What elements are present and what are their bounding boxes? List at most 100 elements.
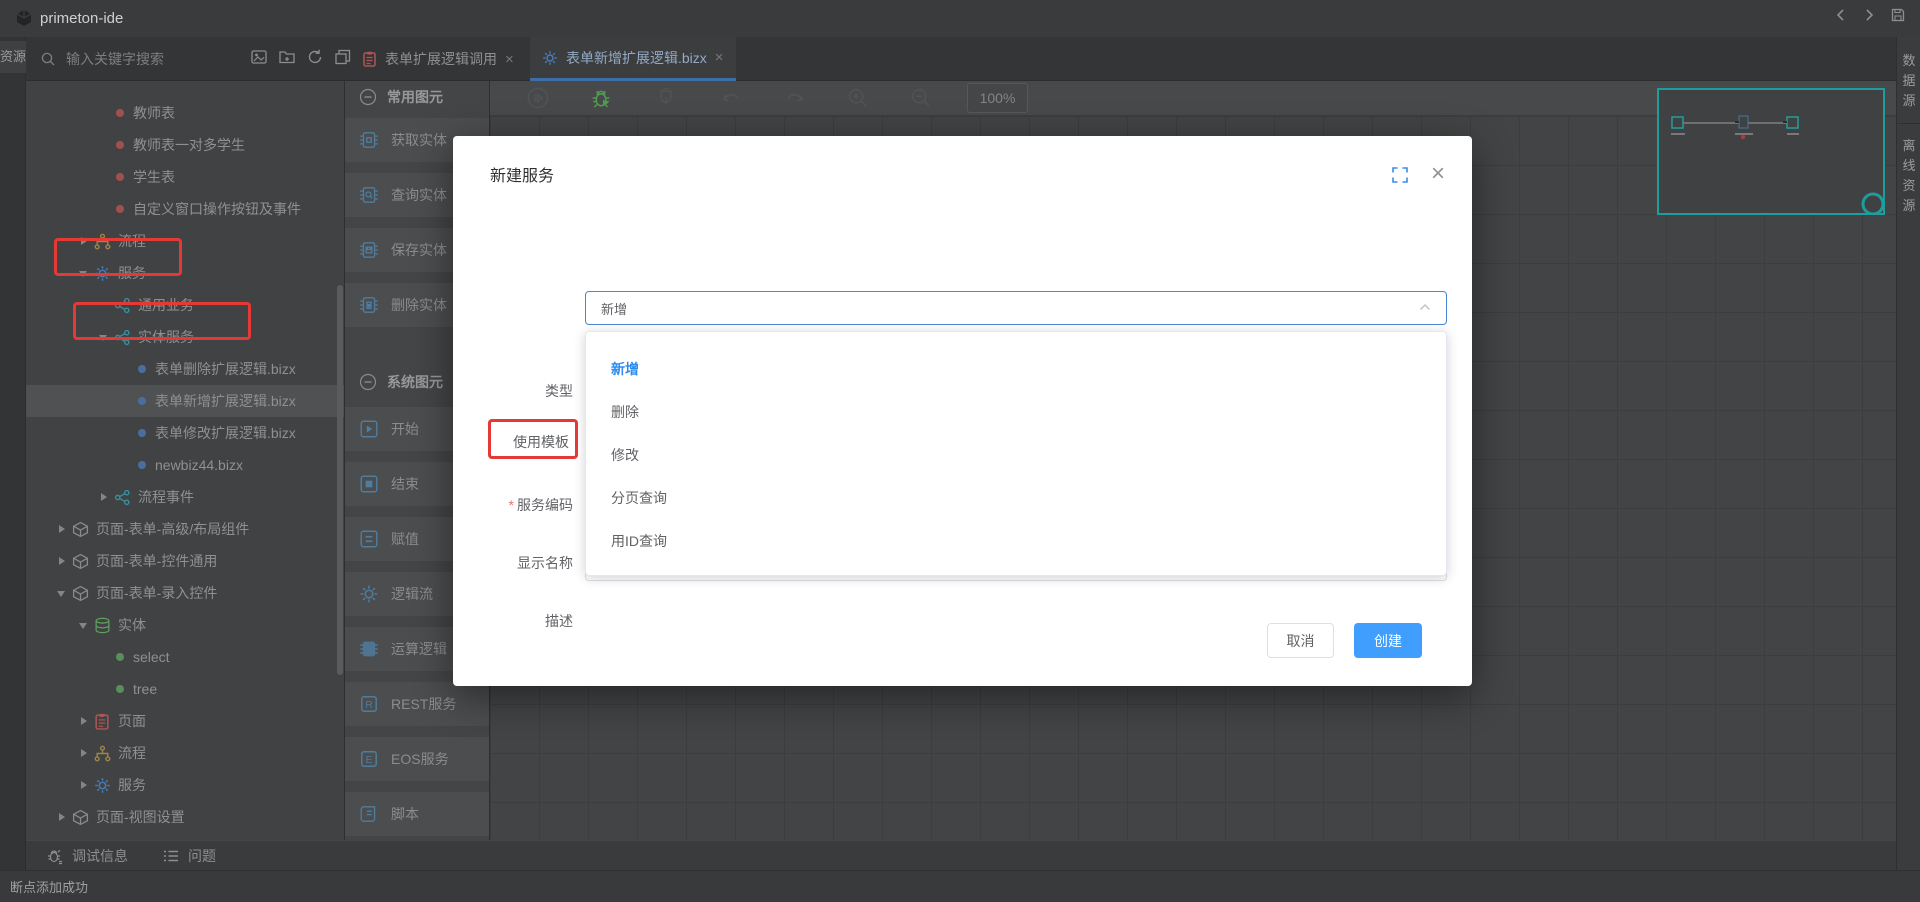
- chevron-right-icon[interactable]: [56, 811, 68, 823]
- zoom-in-icon[interactable]: [846, 86, 872, 112]
- annotation-box-template: [488, 419, 578, 459]
- chevron-up-icon[interactable]: [1418, 302, 1432, 312]
- tree-item-process-events[interactable]: 流程事件: [26, 481, 344, 513]
- chevron-right-icon[interactable]: [78, 715, 90, 727]
- refresh-icon[interactable]: [306, 48, 324, 66]
- chip-get-entity-icon: [359, 130, 379, 150]
- palette-item-script[interactable]: 脚本: [345, 792, 489, 836]
- tree-item-page-group[interactable]: 页面-表单-录入控件: [26, 577, 344, 609]
- save-icon[interactable]: [1890, 7, 1906, 23]
- history-forward-icon[interactable]: [1862, 8, 1876, 22]
- chevron-down-icon[interactable]: [78, 619, 90, 631]
- description-label: 描述: [453, 611, 573, 631]
- package-icon: [72, 553, 89, 570]
- fullscreen-expand-icon[interactable]: [1391, 166, 1409, 184]
- dropdown-option-paged-query[interactable]: 分页查询: [586, 476, 1446, 519]
- redo-icon[interactable]: [783, 86, 809, 112]
- tree-item-entity[interactable]: 实体: [26, 609, 344, 641]
- dropdown-option-delete[interactable]: 删除: [586, 390, 1446, 433]
- dropdown-option-query-by-id[interactable]: 用ID查询: [586, 519, 1446, 562]
- tree-item[interactable]: 自定义窗口操作按钮及事件: [26, 193, 344, 225]
- title-bar: primeton-ide: [0, 0, 1920, 37]
- assign-equals-icon: [359, 529, 379, 549]
- chevron-right-icon[interactable]: [56, 555, 68, 567]
- collapse-circle-icon[interactable]: [359, 373, 377, 391]
- annotation-box-services: [54, 238, 182, 276]
- minimap[interactable]: [1657, 88, 1885, 215]
- tab-debug-info[interactable]: 调试信息: [46, 846, 128, 866]
- tree-item-tree[interactable]: tree: [26, 673, 344, 705]
- ide-window: primeton-ide 输入关键字搜索 表单扩展逻辑调用 × 表单新增扩展逻辑…: [0, 0, 1920, 902]
- debug-bug-icon[interactable]: [589, 86, 615, 112]
- template-dropdown-panel: 新增 删除 修改 分页查询 用ID查询: [585, 331, 1447, 576]
- tab-bar: 输入关键字搜索 表单扩展逻辑调用 × 表单新增扩展逻辑.bizx ×: [0, 37, 1920, 81]
- app-logo-icon: [14, 8, 34, 28]
- close-tab-icon[interactable]: ×: [505, 51, 514, 68]
- start-play-icon: [359, 419, 379, 439]
- tree-item-page-view-settings[interactable]: 页面-视图设置: [26, 801, 344, 833]
- tree-item-bizx[interactable]: 表单删除扩展逻辑.bizx: [26, 353, 344, 385]
- zoom-out-icon[interactable]: [909, 86, 935, 112]
- create-button[interactable]: 创建: [1354, 623, 1422, 658]
- tree-item[interactable]: 学生表: [26, 161, 344, 193]
- run-icon[interactable]: [526, 86, 552, 112]
- status-bar: 断点添加成功: [0, 870, 1920, 902]
- palette-item-eos-service[interactable]: EEOS服务: [345, 737, 489, 781]
- panel-tab-offline-resources[interactable]: 离线资源: [1897, 128, 1920, 224]
- chevron-right-icon[interactable]: [78, 779, 90, 791]
- close-tab-icon[interactable]: ×: [715, 49, 724, 66]
- eos-service-icon: E: [359, 749, 379, 769]
- tab-problems[interactable]: 问题: [162, 846, 216, 866]
- tree-item-bizx-selected[interactable]: 表单新增扩展逻辑.bizx: [26, 385, 344, 417]
- document-red-icon: [94, 713, 111, 730]
- close-icon[interactable]: ×: [1431, 160, 1445, 188]
- tree-item-services2[interactable]: 服务: [26, 769, 344, 801]
- step-debug-icon[interactable]: [654, 86, 680, 112]
- tree-scrollbar[interactable]: [337, 285, 343, 675]
- tab-form-add-extend-logic[interactable]: 表单新增扩展逻辑.bizx ×: [530, 37, 736, 81]
- required-asterisk: *: [509, 497, 514, 513]
- tree-item-select[interactable]: select: [26, 641, 344, 673]
- dropdown-option-modify[interactable]: 修改: [586, 433, 1446, 476]
- new-folder-icon[interactable]: [278, 48, 296, 66]
- entity-red-dot-icon: [116, 173, 124, 181]
- tree-item-bizx[interactable]: 表单修改扩展逻辑.bizx: [26, 417, 344, 449]
- tree-item-bizx[interactable]: newbiz44.bizx: [26, 449, 344, 481]
- gear-blue-icon: [542, 50, 558, 66]
- search-input[interactable]: 输入关键字搜索: [40, 47, 240, 71]
- bizx-blue-dot-icon: [138, 397, 146, 405]
- end-stop-icon: [359, 474, 379, 494]
- explorer-tree: 教师表 教师表一对多学生 学生表 自定义窗口操作按钮及事件 流程 服务 通用业务…: [26, 81, 345, 840]
- sidebar-tab-resources[interactable]: 资源: [0, 41, 26, 73]
- undo-icon[interactable]: [719, 86, 745, 112]
- rest-service-icon: R: [359, 694, 379, 714]
- display-name-label: 显示名称: [453, 553, 573, 573]
- chevron-down-icon[interactable]: [56, 587, 68, 599]
- template-select[interactable]: 新增: [585, 291, 1447, 325]
- tree-item-process2[interactable]: 流程: [26, 737, 344, 769]
- history-back-icon[interactable]: [1834, 8, 1848, 22]
- collapse-circle-icon[interactable]: [359, 88, 377, 106]
- dropdown-option-add[interactable]: 新增: [586, 347, 1446, 390]
- tree-item[interactable]: 教师表一对多学生: [26, 129, 344, 161]
- chevron-right-icon[interactable]: [78, 747, 90, 759]
- tree-item-page-group[interactable]: 页面-表单-高级/布局组件: [26, 513, 344, 545]
- gear-icon: [94, 777, 111, 794]
- cancel-button[interactable]: 取消: [1267, 623, 1334, 658]
- bizx-blue-dot-icon: [138, 365, 146, 373]
- panel-tab-datasource[interactable]: 数据源: [1897, 43, 1920, 119]
- export-image-icon[interactable]: [250, 48, 268, 66]
- chevron-right-icon[interactable]: [98, 491, 110, 503]
- tree-item-pages[interactable]: 页面: [26, 705, 344, 737]
- dialog-title: 新建服务: [490, 162, 554, 186]
- script-scroll-icon: [359, 804, 379, 824]
- new-service-dialog: 新建服务 × 类型 实体服务 使用模板 新增 *服务编码 显示名称 描述 新增 …: [453, 136, 1472, 686]
- palette-section-common[interactable]: 常用图元: [345, 83, 489, 111]
- chevron-right-icon[interactable]: [56, 523, 68, 535]
- palette-item-rest-service[interactable]: RREST服务: [345, 682, 489, 726]
- zoom-level-indicator[interactable]: 100%: [967, 83, 1028, 113]
- tree-item-page-group[interactable]: 页面-表单-控件通用: [26, 545, 344, 577]
- tree-item[interactable]: 教师表: [26, 97, 344, 129]
- problems-list-icon: [162, 847, 180, 865]
- tab-form-extend-logic-call[interactable]: 表单扩展逻辑调用 ×: [350, 37, 526, 81]
